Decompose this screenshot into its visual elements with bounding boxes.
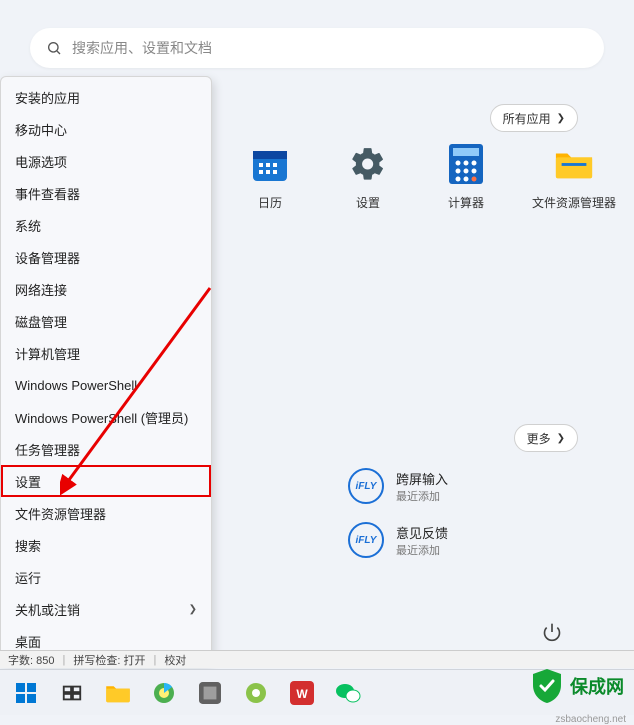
taskbar-wps[interactable]: W — [282, 674, 322, 712]
globe-icon — [152, 681, 176, 705]
menu-item-4[interactable]: 系统 — [1, 209, 211, 241]
menu-item-label: 安装的应用 — [15, 88, 80, 107]
status-wordcount: 字数: 850 — [8, 652, 54, 668]
menu-item-label: 磁盘管理 — [15, 312, 67, 331]
menu-item-label: 网络连接 — [15, 280, 67, 299]
menu-item-label: 电源选项 — [15, 152, 67, 171]
chevron-right-icon: ❯ — [557, 433, 565, 444]
brand-url: zsbaocheng.net — [555, 714, 626, 725]
ifly-icon: iFLY — [348, 468, 384, 504]
menu-item-0[interactable]: 安装的应用 — [1, 81, 211, 113]
all-apps-button[interactable]: 所有应用 ❯ — [490, 104, 578, 132]
menu-item-12[interactable]: 设置 — [1, 465, 211, 497]
recommended-subtitle: 最近添加 — [396, 488, 448, 504]
taskbar-browser-1[interactable] — [144, 674, 184, 712]
taskview-icon — [61, 682, 83, 704]
windows-icon — [14, 681, 38, 705]
menu-item-3[interactable]: 事件查看器 — [1, 177, 211, 209]
menu-item-label: 桌面 — [15, 632, 41, 651]
status-proof: 校对 — [164, 652, 186, 668]
menu-item-label: 计算机管理 — [15, 344, 80, 363]
calculator-icon — [446, 144, 486, 184]
wechat-icon — [335, 681, 361, 705]
browser-icon — [244, 681, 268, 705]
app-label: 计算器 — [448, 194, 484, 211]
menu-item-11[interactable]: 任务管理器 — [1, 433, 211, 465]
menu-item-2[interactable]: 电源选项 — [1, 145, 211, 177]
brand-watermark: 保成网 — [530, 667, 624, 705]
app-label: 设置 — [356, 194, 380, 211]
app-file-explorer[interactable]: 文件资源管理器 — [534, 144, 614, 211]
menu-item-label: Windows PowerShell (管理员) — [15, 408, 188, 427]
menu-item-label: 搜索 — [15, 536, 41, 555]
menu-item-8[interactable]: 计算机管理 — [1, 337, 211, 369]
recommended-title: 跨屏输入 — [396, 469, 448, 488]
svg-text:W: W — [296, 687, 308, 701]
chevron-right-icon: ❯ — [557, 113, 565, 124]
winx-context-menu: 安装的应用移动中心电源选项事件查看器系统设备管理器网络连接磁盘管理计算机管理 Wi… — [0, 76, 212, 662]
app-calendar[interactable]: 日历 — [240, 144, 300, 211]
menu-item-6[interactable]: 网络连接 — [1, 273, 211, 305]
menu-item-5[interactable]: 设备管理器 — [1, 241, 211, 273]
status-spellcheck: 拼写检查: 打开 — [73, 652, 145, 668]
search-bar[interactable] — [30, 28, 604, 68]
recommended-item[interactable]: iFLY 跨屏输入 最近添加 — [348, 468, 448, 504]
power-button[interactable] — [536, 616, 568, 648]
pinned-apps: 日历 设置 计算器 文件资源管理器 — [240, 144, 614, 211]
wps-icon: W — [290, 681, 314, 705]
app-label: 日历 — [258, 194, 282, 211]
menu-item-15[interactable]: 运行 — [1, 561, 211, 593]
menu-item-10[interactable]: Windows PowerShell (管理员) — [1, 401, 211, 433]
menu-item-label: 文件资源管理器 — [15, 504, 106, 523]
gear-icon — [348, 144, 388, 184]
menu-item-label: 设备管理器 — [15, 248, 80, 267]
more-button[interactable]: 更多 ❯ — [514, 424, 578, 452]
menu-item-label: 系统 — [15, 216, 41, 235]
more-label: 更多 — [527, 430, 551, 447]
menu-item-label: Windows PowerShell — [15, 378, 137, 393]
chevron-right-icon: ❯ — [189, 604, 197, 615]
menu-item-13[interactable]: 文件资源管理器 — [1, 497, 211, 529]
shield-icon — [530, 667, 564, 705]
menu-item-14[interactable]: 搜索 — [1, 529, 211, 561]
taskbar-file-explorer[interactable] — [98, 674, 138, 712]
menu-item-7[interactable]: 磁盘管理 — [1, 305, 211, 337]
folder-icon — [105, 682, 131, 704]
app-settings[interactable]: 设置 — [338, 144, 398, 211]
recommended-subtitle: 最近添加 — [396, 542, 448, 558]
search-input[interactable] — [72, 40, 588, 56]
app-calculator[interactable]: 计算器 — [436, 144, 496, 211]
menu-item-9[interactable]: Windows PowerShell — [1, 369, 211, 401]
menu-item-label: 运行 — [15, 568, 41, 587]
taskbar-wechat[interactable] — [328, 674, 368, 712]
menu-item-label: 设置 — [15, 472, 41, 491]
folder-icon — [554, 144, 594, 184]
power-icon — [542, 622, 562, 642]
recommended-title: 意见反馈 — [396, 523, 448, 542]
all-apps-label: 所有应用 — [503, 110, 551, 127]
menu-item-label: 任务管理器 — [15, 440, 80, 459]
menu-item-label: 移动中心 — [15, 120, 67, 139]
taskbar-app-1[interactable] — [190, 674, 230, 712]
taskbar-browser-2[interactable] — [236, 674, 276, 712]
start-button[interactable] — [6, 674, 46, 712]
menu-item-16[interactable]: 关机或注销 ❯ — [1, 593, 211, 625]
menu-item-label: 事件查看器 — [15, 184, 80, 203]
search-icon — [46, 40, 62, 56]
status-bar: 字数: 850| 拼写检查: 打开| 校对 — [0, 650, 634, 668]
app-icon — [199, 682, 221, 704]
recommended-item[interactable]: iFLY 意见反馈 最近添加 — [348, 522, 448, 558]
app-label: 文件资源管理器 — [532, 194, 616, 211]
menu-item-label: 关机或注销 — [15, 600, 80, 619]
taskview-button[interactable] — [52, 674, 92, 712]
menu-item-1[interactable]: 移动中心 — [1, 113, 211, 145]
ifly-icon: iFLY — [348, 522, 384, 558]
brand-text: 保成网 — [570, 673, 624, 699]
calendar-icon — [250, 144, 290, 184]
